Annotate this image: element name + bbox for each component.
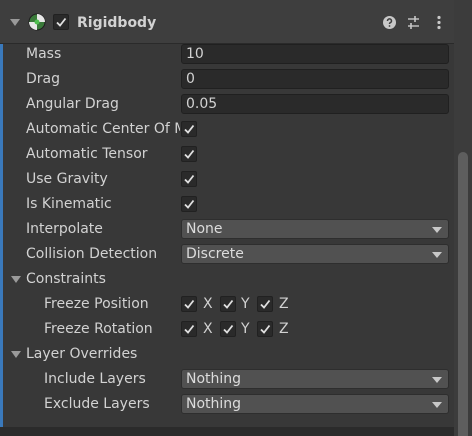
freeze-position-x-checkbox[interactable] (181, 296, 197, 312)
automatic-tensor-checkbox[interactable] (181, 146, 197, 162)
preset-sliders-icon[interactable] (406, 15, 421, 30)
foldout-arrow-icon[interactable] (10, 19, 20, 26)
mass-field[interactable]: 10 (181, 44, 449, 64)
chevron-down-icon (432, 252, 442, 258)
automatic-center-of-mass-label: Automatic Center Of M (26, 121, 180, 137)
chevron-down-icon (432, 377, 442, 383)
freeze-position-z-label: Z (279, 296, 289, 312)
freeze-position-y-checkbox[interactable] (220, 296, 236, 312)
freeze-position-x-label: X (203, 296, 213, 312)
component-header[interactable]: Rigidbody (0, 0, 472, 44)
exclude-layers-value: Nothing (186, 396, 242, 412)
component-enabled-checkbox[interactable] (53, 14, 69, 30)
interpolate-dropdown[interactable]: None (181, 219, 449, 239)
freeze-rotation-label: Freeze Rotation (44, 321, 153, 337)
drag-label: Drag (26, 71, 61, 87)
use-gravity-label: Use Gravity (26, 171, 108, 187)
freeze-rotation-x-label: X (203, 321, 213, 337)
constraints-foldout-arrow-icon[interactable] (11, 276, 21, 283)
freeze-position-label: Freeze Position (44, 296, 149, 312)
collision-detection-dropdown[interactable]: Discrete (181, 244, 449, 264)
freeze-position-z-checkbox[interactable] (257, 296, 273, 312)
include-layers-dropdown[interactable]: Nothing (181, 369, 449, 389)
interpolate-label: Interpolate (26, 221, 103, 237)
component-accent-bar (0, 0, 3, 436)
chevron-down-icon (432, 402, 442, 408)
include-layers-value: Nothing (186, 371, 242, 387)
rigidbody-physics-icon (28, 13, 46, 31)
interpolate-value: None (186, 221, 223, 237)
is-kinematic-label: Is Kinematic (26, 196, 112, 212)
angular-drag-label: Angular Drag (26, 96, 119, 112)
scrollbar-thumb[interactable] (458, 152, 468, 436)
exclude-layers-label: Exclude Layers (44, 396, 150, 412)
exclude-layers-dropdown[interactable]: Nothing (181, 394, 449, 414)
freeze-rotation-z-checkbox[interactable] (257, 321, 273, 337)
angular-drag-field[interactable]: 0.05 (181, 94, 449, 114)
collision-detection-label: Collision Detection (26, 246, 158, 262)
automatic-tensor-label: Automatic Tensor (26, 146, 148, 162)
component-bottom-border (0, 427, 454, 436)
use-gravity-checkbox[interactable] (181, 171, 197, 187)
more-vertical-icon[interactable] (436, 15, 442, 30)
freeze-rotation-x-checkbox[interactable] (181, 321, 197, 337)
freeze-rotation-z-label: Z (279, 321, 289, 337)
chevron-down-icon (432, 227, 442, 233)
freeze-rotation-y-label: Y (241, 321, 250, 337)
mass-label: Mass (26, 46, 62, 62)
automatic-center-of-mass-checkbox[interactable] (181, 121, 197, 137)
layer-overrides-label[interactable]: Layer Overrides (26, 345, 137, 363)
freeze-position-y-label: Y (241, 296, 250, 312)
layer-overrides-foldout-arrow-icon[interactable] (11, 351, 21, 358)
include-layers-label: Include Layers (44, 371, 146, 387)
is-kinematic-checkbox[interactable] (181, 196, 197, 212)
component-title: Rigidbody (77, 15, 157, 31)
drag-field[interactable]: 0 (181, 69, 449, 89)
collision-detection-value: Discrete (186, 246, 244, 262)
help-icon[interactable] (383, 16, 396, 29)
freeze-rotation-y-checkbox[interactable] (220, 321, 236, 337)
constraints-label[interactable]: Constraints (26, 270, 106, 288)
